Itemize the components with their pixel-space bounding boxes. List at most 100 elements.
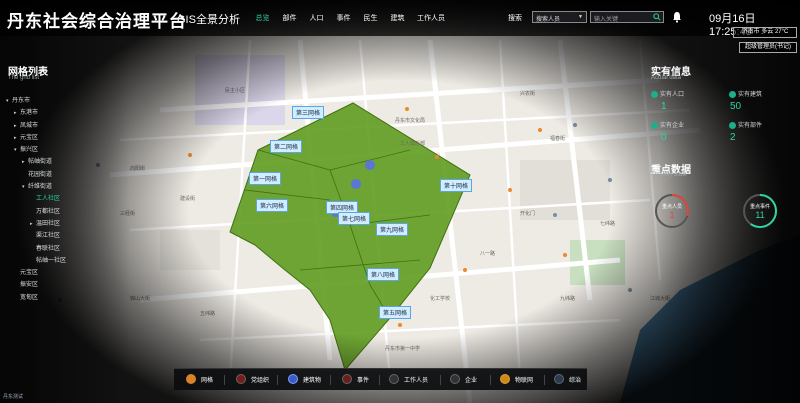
tree-item-label: 花园街道 bbox=[28, 171, 53, 178]
main-nav: 总览 部件 人口 事件 民生 建筑 工作人员 bbox=[249, 13, 451, 23]
stat-population[interactable]: 实有人口 bbox=[651, 89, 684, 98]
tree-item-label: 元宝区 bbox=[20, 134, 39, 141]
nav-population[interactable]: 人口 bbox=[303, 13, 330, 23]
tree-item-label: 纤维街道 bbox=[28, 184, 53, 191]
tree-item[interactable]: ▸ 东港市 bbox=[6, 107, 116, 119]
grid-label-8[interactable]: 第八网格 bbox=[367, 268, 400, 281]
tree-item[interactable]: ▾ 丹东市 bbox=[6, 95, 116, 107]
layer-toolbar: 网格 党组织 建筑物 事件 工作人员 企业 物联网 综治 bbox=[174, 368, 587, 390]
enterprise-icon bbox=[651, 121, 658, 129]
layer-enterprise-button[interactable]: 企业 bbox=[450, 374, 477, 384]
nav-components[interactable]: 部件 bbox=[276, 13, 303, 23]
corner-logo: 丹东测试 bbox=[3, 394, 24, 400]
svg-text:建设街: 建设街 bbox=[180, 195, 195, 202]
tree-item-label: 帖岫一社区 bbox=[36, 257, 67, 264]
tree-item[interactable]: 花园街道 bbox=[6, 169, 116, 181]
svg-text:江城大街: 江城大街 bbox=[650, 295, 670, 302]
layer-grid-button[interactable]: 网格 bbox=[186, 374, 213, 384]
tree-item[interactable]: ▾ 振兴区 bbox=[6, 144, 116, 156]
nav-staff[interactable]: 工作人员 bbox=[411, 13, 451, 23]
grid-label-9[interactable]: 第九网格 bbox=[376, 223, 409, 236]
grid-label-1[interactable]: 第一网格 bbox=[249, 172, 282, 185]
layer-staff-button[interactable]: 工作人员 bbox=[389, 374, 428, 384]
grid-label-2[interactable]: 第二网格 bbox=[270, 140, 303, 153]
nav-overview[interactable]: 总览 bbox=[249, 13, 276, 23]
search-label: 搜索 bbox=[508, 15, 522, 22]
tree-item[interactable]: 宽甸区 bbox=[6, 292, 116, 304]
tree-item-label: 丹东市 bbox=[12, 98, 31, 104]
svg-text:丹东市第一中学: 丹东市第一中学 bbox=[385, 345, 420, 352]
building-layer-icon bbox=[288, 374, 298, 384]
divider bbox=[277, 375, 278, 385]
chevron-down-icon: ▼ bbox=[578, 14, 583, 20]
nav-buildings[interactable]: 建筑 bbox=[384, 13, 411, 23]
svg-text:五纬路: 五纬路 bbox=[200, 310, 215, 317]
tree-item[interactable]: 春联社区 bbox=[6, 243, 116, 255]
layer-comprehensive-button[interactable]: 综治 bbox=[554, 374, 581, 384]
grid-label-10[interactable]: 第十网格 bbox=[440, 179, 473, 192]
tree-item[interactable]: ▸ 温田社区 bbox=[6, 218, 116, 230]
nav-livelihood[interactable]: 民生 bbox=[357, 13, 384, 23]
tree-item-label: 宽甸区 bbox=[20, 294, 39, 301]
divider bbox=[440, 375, 441, 385]
grid-tree: ▾ 丹东市 ▸ 东港市 ▸ 凤城市 ▸ 元宝区 ▾ 振兴区 ▸ 帖岫街道花园街道 ▾ 纤维街道工人社区万都… bbox=[6, 95, 116, 304]
event-icon bbox=[342, 374, 352, 384]
person-icon bbox=[651, 90, 658, 98]
layer-buildings-button[interactable]: 建筑物 bbox=[288, 374, 321, 384]
tree-item-label: 振兴区 bbox=[20, 147, 39, 154]
svg-text:化工学校: 化工学校 bbox=[430, 295, 450, 302]
tree-item[interactable]: 渠江社区 bbox=[6, 230, 116, 242]
iot-icon bbox=[500, 374, 510, 384]
tree-item-label: 工人社区 bbox=[36, 196, 61, 203]
key-data-subtitle: The key data bbox=[651, 172, 686, 178]
tree-item-label: 春联社区 bbox=[36, 245, 61, 252]
search-type-value: 搜索人员 bbox=[536, 17, 561, 23]
component-icon bbox=[729, 121, 736, 129]
top-header: 丹东社会综合治理平台 GIS全景分析 总览 部件 人口 事件 民生 建筑 工作人… bbox=[0, 0, 800, 38]
tree-item[interactable]: ▸ 帖岫街道 bbox=[6, 156, 116, 168]
app-subtitle: GIS全景分析 bbox=[177, 14, 240, 26]
building-icon bbox=[729, 90, 736, 98]
stat-population-value: 1 bbox=[661, 101, 667, 112]
tree-item[interactable]: 工人社区 bbox=[6, 193, 116, 205]
divider bbox=[490, 375, 491, 385]
divider bbox=[544, 375, 545, 385]
svg-text:锦山大街: 锦山大街 bbox=[130, 295, 150, 302]
tree-item[interactable]: 元宝区 bbox=[6, 267, 116, 279]
app-title: 丹东社会综合治理平台 bbox=[7, 12, 187, 31]
grid-label-6[interactable]: 第六网格 bbox=[256, 199, 289, 212]
tree-item[interactable]: ▸ 凤城市 bbox=[6, 120, 116, 132]
key-persons-label: 重点人员 bbox=[661, 204, 682, 210]
svg-text:兴农街: 兴农街 bbox=[520, 90, 535, 97]
stat-buildings-value: 50 bbox=[730, 101, 742, 112]
layer-events-button[interactable]: 事件 bbox=[342, 374, 369, 384]
bell-icon[interactable] bbox=[671, 11, 683, 23]
tree-item[interactable]: 振安区 bbox=[6, 279, 116, 291]
svg-text:七纬路: 七纬路 bbox=[600, 220, 615, 227]
tree-item[interactable]: ▾ 纤维街道 bbox=[6, 181, 116, 193]
svg-text:开化门: 开化门 bbox=[520, 210, 535, 217]
stat-enterprises[interactable]: 实有企业 bbox=[651, 120, 684, 129]
key-events-label: 重点事件 bbox=[749, 204, 770, 210]
grid-label-3[interactable]: 第三网格 bbox=[292, 106, 325, 119]
stat-buildings[interactable]: 实有建筑 bbox=[729, 89, 762, 98]
tree-item[interactable]: 帖岫一社区 bbox=[6, 255, 116, 267]
search-input[interactable]: 输入关键 bbox=[590, 11, 664, 23]
weather-badge: 济南市 多云 27°C bbox=[733, 27, 797, 38]
search-type-select[interactable]: 搜索人员 ▼ bbox=[532, 11, 587, 23]
stat-components[interactable]: 实有部件 bbox=[729, 120, 762, 129]
divider bbox=[330, 375, 331, 385]
layer-party-button[interactable]: 党组织 bbox=[236, 374, 269, 384]
stat-enterprises-value: 0 bbox=[661, 132, 667, 143]
layer-iot-button[interactable]: 物联网 bbox=[500, 374, 533, 384]
grid-label-7[interactable]: 第七网格 bbox=[338, 212, 371, 225]
tree-item[interactable]: ▸ 元宝区 bbox=[6, 132, 116, 144]
grid-label-5[interactable]: 第五网格 bbox=[379, 306, 412, 319]
svg-text:福春街: 福春街 bbox=[550, 135, 565, 142]
user-role-badge[interactable]: 超级管理员(书记) bbox=[739, 42, 797, 53]
search-icon[interactable] bbox=[653, 13, 661, 21]
nav-events[interactable]: 事件 bbox=[330, 13, 357, 23]
tree-item-label: 凤城市 bbox=[20, 122, 39, 129]
svg-text:向阳街: 向阳街 bbox=[130, 165, 145, 172]
tree-item[interactable]: 万都社区 bbox=[6, 206, 116, 218]
